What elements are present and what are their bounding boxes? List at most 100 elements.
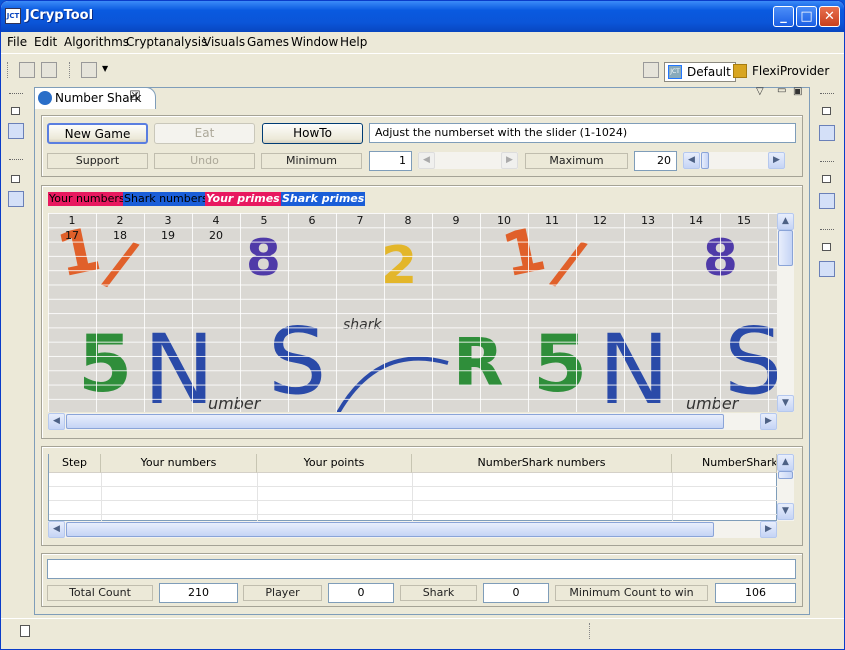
howto-button[interactable]: HowTo	[262, 123, 363, 144]
minimize-view-icon[interactable]: ▭	[777, 85, 786, 96]
maximum-slider-thumb[interactable]	[701, 152, 709, 169]
column-numbershark-numbers[interactable]: NumberShark numbers	[412, 454, 672, 473]
maximum-slider-left-icon[interactable]: ◀	[683, 152, 700, 169]
eat-button[interactable]: Eat	[154, 123, 255, 144]
toolbar-grip[interactable]	[7, 62, 9, 78]
menu-help[interactable]: Help	[340, 35, 367, 49]
board-cell-number[interactable]: 10	[480, 214, 528, 227]
left-trim-grip[interactable]	[9, 93, 23, 95]
legend-shark-numbers: Shark numbers	[123, 192, 209, 206]
right-trim-grip-3[interactable]	[820, 229, 834, 231]
new-game-button[interactable]: New Game	[47, 123, 148, 144]
board-scroll-right-icon[interactable]: ▶	[760, 413, 777, 430]
table-vertical-thumb[interactable]	[778, 471, 793, 479]
menu-games[interactable]: Games	[247, 35, 289, 49]
board-cell-number[interactable]: 12	[576, 214, 624, 227]
new-document-icon[interactable]	[81, 62, 97, 78]
maximum-slider-right-icon[interactable]: ▶	[768, 152, 785, 169]
maximize-button[interactable]: □	[796, 6, 817, 27]
board-cell-number[interactable]: 1	[48, 214, 96, 227]
table-horizontal-thumb[interactable]	[66, 522, 714, 537]
board-cell-number[interactable]: 6	[288, 214, 336, 227]
maximize-view-icon[interactable]: ▣	[793, 86, 802, 97]
tab-number-shark[interactable]: Number Shark ☒	[34, 87, 156, 109]
fast-view-icon[interactable]	[20, 625, 30, 637]
board-cell-number[interactable]: 5	[240, 214, 288, 227]
menu-edit[interactable]: Edit	[34, 35, 57, 49]
crypto-explorer-icon[interactable]	[8, 123, 24, 139]
column-numbershark-points[interactable]: NumberShark p	[672, 454, 777, 473]
print-icon[interactable]	[41, 62, 57, 78]
minimum-slider-right-icon[interactable]: ▶	[501, 152, 518, 169]
board-cell-number[interactable]: 18	[96, 229, 144, 242]
total-count-field: 210	[159, 583, 238, 603]
right-trim-grip-2[interactable]	[820, 161, 834, 163]
restore-icon-2[interactable]	[11, 175, 20, 183]
board-cell-number[interactable]: 15	[720, 214, 768, 227]
maximum-field[interactable]: 20	[634, 151, 677, 171]
column-your-points[interactable]: Your points	[257, 454, 412, 473]
table-scroll-down-icon[interactable]: ▼	[777, 503, 794, 520]
board-horizontal-thumb[interactable]	[66, 414, 724, 429]
minimum-slider-left-icon[interactable]: ◀	[418, 152, 435, 169]
jct-view-icon[interactable]	[819, 261, 835, 277]
chevron-down-icon[interactable]: ▼	[102, 64, 108, 73]
column-your-numbers[interactable]: Your numbers	[101, 454, 257, 473]
board-cell-number[interactable]: 7	[336, 214, 384, 227]
status-bar	[1, 618, 844, 649]
view-menu-icon[interactable]: ▽	[756, 86, 764, 97]
column-divider	[412, 473, 413, 521]
open-perspective-icon[interactable]	[643, 62, 659, 78]
board-scroll-up-icon[interactable]: ▲	[777, 213, 794, 230]
minimum-field[interactable]: 1	[369, 151, 412, 171]
board-cell-number[interactable]: 17	[48, 229, 96, 242]
board-cell-number[interactable]: 8	[384, 214, 432, 227]
board-cell-number[interactable]: 4	[192, 214, 240, 227]
board-scroll-down-icon[interactable]: ▼	[777, 395, 794, 412]
board-cell-number[interactable]: 19	[144, 229, 192, 242]
menu-algorithms[interactable]: Algorithms	[64, 35, 129, 49]
legend-shark-primes: Shark primes	[281, 192, 366, 206]
support-label[interactable]: Support	[47, 153, 148, 169]
board-cell-number[interactable]: 2	[96, 214, 144, 227]
menu-window[interactable]: Window	[291, 35, 338, 49]
minimize-button[interactable]: _	[773, 6, 794, 27]
perspective-default[interactable]: JCT Default	[664, 62, 736, 82]
board-cell-number[interactable]: 14	[672, 214, 720, 227]
table-scroll-up-icon[interactable]: ▲	[777, 454, 794, 471]
board-cell-number[interactable]: 9	[432, 214, 480, 227]
restore-icon-4[interactable]	[822, 175, 831, 183]
left-trim-grip-2[interactable]	[9, 159, 23, 161]
restore-icon[interactable]	[11, 107, 20, 115]
table-row[interactable]	[49, 487, 777, 501]
number-board[interactable]: 1 / 8 2 1 / 8 5 N S R 5 N S shark umber …	[48, 213, 777, 412]
perspective-flexiprovider[interactable]: FlexiProvider	[730, 62, 829, 82]
right-trim-grip[interactable]	[820, 93, 834, 95]
undo-label[interactable]: Undo	[154, 153, 255, 169]
help-icon[interactable]	[8, 191, 24, 207]
restore-icon-5[interactable]	[822, 243, 831, 251]
close-window-button[interactable]: ✕	[819, 6, 840, 27]
save-icon[interactable]	[19, 62, 35, 78]
message-field	[47, 559, 796, 579]
board-cell-number[interactable]: 11	[528, 214, 576, 227]
board-cell-number[interactable]: 20	[192, 229, 240, 242]
board-vertical-thumb[interactable]	[778, 230, 793, 266]
title-bar[interactable]: JCT JCrypTool _ □ ✕	[1, 1, 844, 32]
restore-icon-3[interactable]	[822, 107, 831, 115]
tools-icon[interactable]	[819, 193, 835, 209]
column-step[interactable]: Step	[49, 454, 101, 473]
board-cell-number[interactable]: 3	[144, 214, 192, 227]
board-cell-number[interactable]: 13	[624, 214, 672, 227]
menu-visuals[interactable]: Visuals	[203, 35, 245, 49]
table-row[interactable]	[49, 501, 777, 515]
menu-cryptanalysis[interactable]: Cryptanalysis	[126, 35, 207, 49]
table-scroll-right-icon[interactable]: ▶	[760, 521, 777, 538]
table-row[interactable]	[49, 473, 777, 487]
table-scroll-left-icon[interactable]: ◀	[48, 521, 65, 538]
editor-icon[interactable]	[819, 125, 835, 141]
maximum-label: Maximum	[525, 153, 628, 169]
board-scroll-left-icon[interactable]: ◀	[48, 413, 65, 430]
close-tab-icon[interactable]: ☒	[129, 89, 141, 104]
menu-file[interactable]: File	[7, 35, 27, 49]
